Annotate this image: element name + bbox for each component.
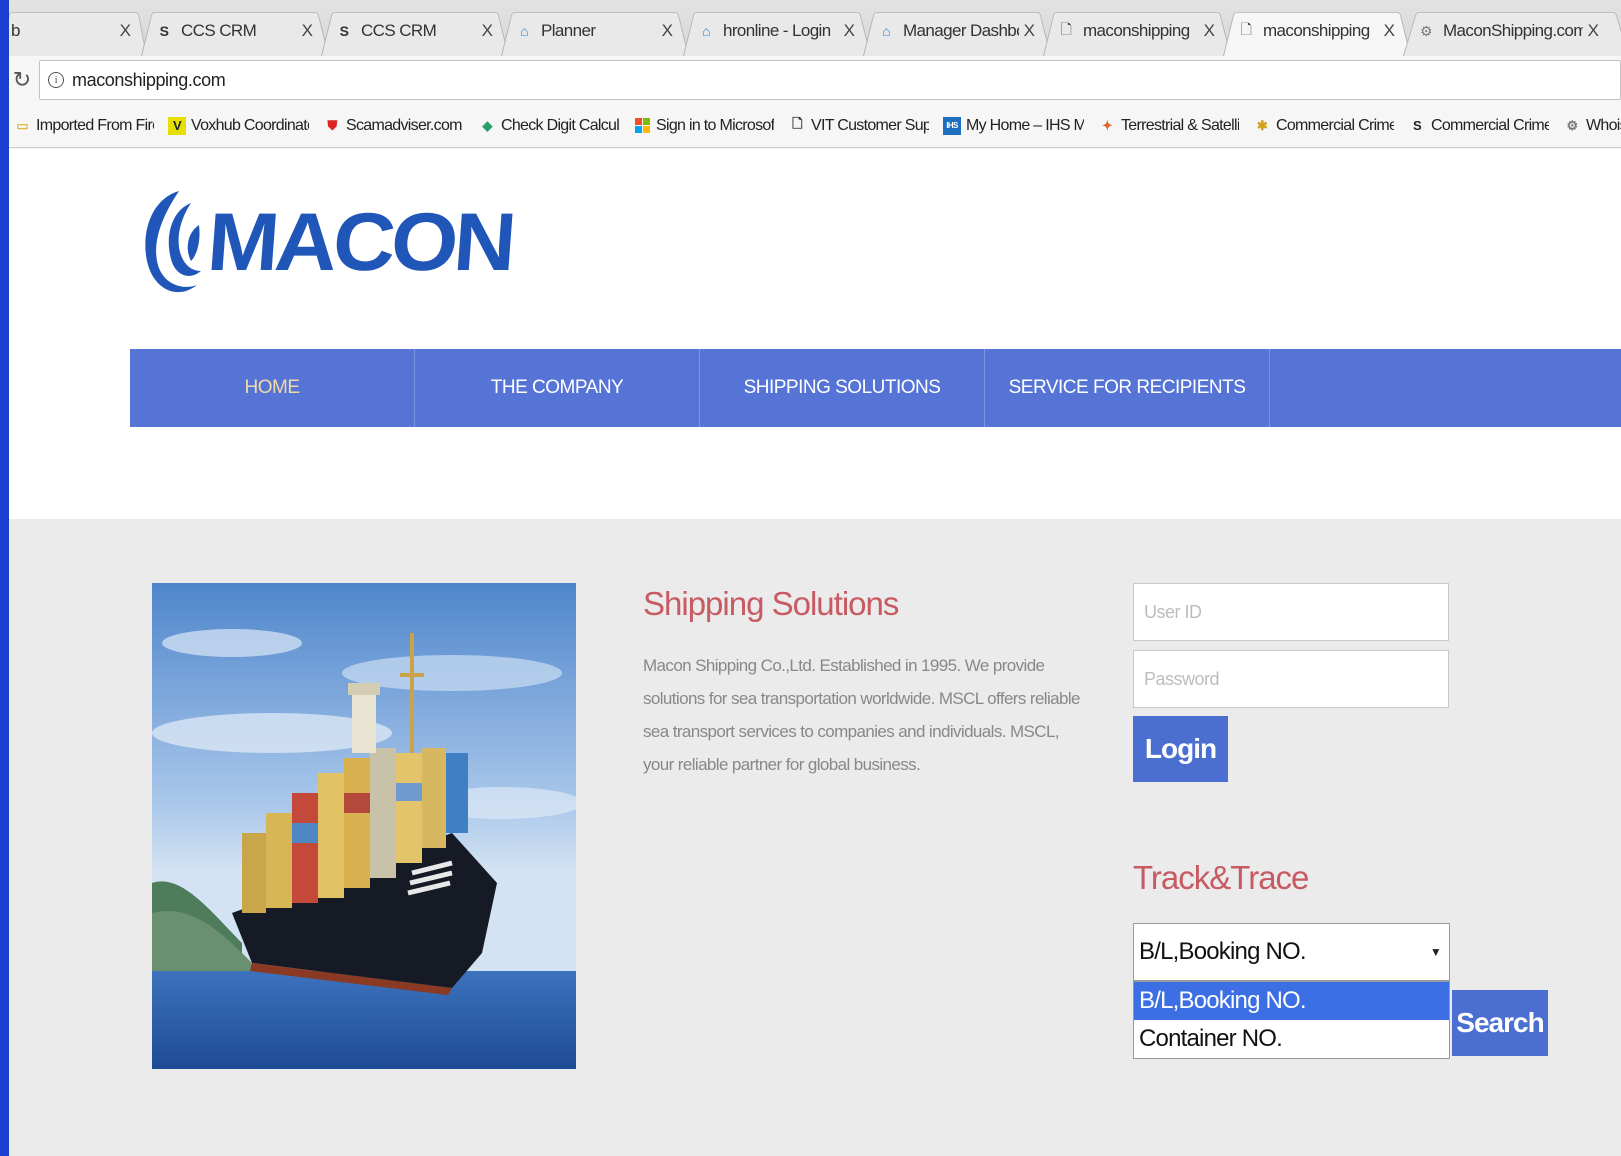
nav-service-for-recipients[interactable]: SERVICE FOR RECIPIENTS — [985, 349, 1270, 427]
nav-home[interactable]: HOME — [130, 349, 415, 427]
nav-shipping-solutions[interactable]: SHIPPING SOLUTIONS — [700, 349, 985, 427]
star-icon: ✱ — [1256, 117, 1268, 133]
tab-title: b — [11, 21, 20, 40]
satellite-icon: ✦ — [1101, 117, 1113, 133]
track-type-dropdown: B/L,Booking NO. Container NO. — [1133, 981, 1450, 1059]
ccs-icon: S — [159, 23, 169, 39]
bookmark-commercial-crime-2[interactable]: S Commercial Crime Se — [1408, 117, 1549, 135]
bookmark-ihs-markit[interactable]: IHS My Home – IHS Marit — [943, 116, 1084, 135]
bookmark-microsoft[interactable]: Sign in to Microsoft C — [633, 117, 774, 135]
main-content: Shipping Solutions Macon Shipping Co.,Lt… — [9, 519, 1621, 1156]
tab-title: CCS CRM — [361, 21, 437, 40]
home-icon: ⌂ — [882, 23, 890, 39]
info-icon[interactable]: i — [48, 72, 64, 88]
tab-maconshipping-active[interactable]: 🗋 maconshipping X — [1223, 6, 1411, 56]
reload-icon[interactable]: ↻ — [9, 67, 35, 93]
address-bar: ↻ i maconshipping.com — [9, 56, 1621, 104]
password-field[interactable]: Password — [1133, 650, 1449, 708]
tab-title: hronline - Login — [723, 21, 831, 40]
tab-maconshipping-whois[interactable]: ⚙ MaconShipping.com Wh X — [1403, 6, 1621, 56]
page-icon: 🗋 — [1060, 21, 1072, 37]
close-icon[interactable]: X — [297, 21, 317, 41]
tab-ccs-crm-1[interactable]: S CCS CRM X — [141, 6, 329, 56]
tab-hronline[interactable]: ⌂ hronline - Login X — [683, 6, 871, 56]
bookmark-imported-from-firefox[interactable]: ▭ Imported From Firefox — [13, 117, 154, 135]
track-trace-title: Track&Trace — [1133, 859, 1309, 896]
web-page: MACON HOME THE COMPANY SHIPPING SOLUTION… — [9, 149, 1621, 1156]
select-value: B/L,Booking NO. — [1139, 938, 1307, 965]
close-icon[interactable]: X — [1583, 21, 1603, 41]
ihs-icon: IHS — [943, 116, 961, 135]
planner-icon: ⌂ — [520, 23, 528, 39]
shipping-solutions-title: Shipping Solutions — [643, 585, 899, 622]
tab-strip: b X S CCS CRM X S CCS CRM X ⌂ Planner X … — [9, 0, 1621, 56]
bookmarks-bar: ▭ Imported From Firefox V Voxhub Coordin… — [9, 104, 1621, 148]
gear-icon: ⚙ — [1566, 117, 1579, 133]
home-icon: ⌂ — [702, 23, 710, 39]
page-icon: 🗋 — [1240, 21, 1252, 37]
logo-wordmark: MACON — [204, 197, 516, 288]
login-button[interactable]: Login — [1133, 716, 1228, 782]
bookmark-commercial-crime-1[interactable]: ✱ Commercial Crime Se — [1253, 117, 1394, 135]
main-nav: HOME THE COMPANY SHIPPING SOLUTIONS SERV… — [130, 349, 1621, 427]
bookmark-check-digit[interactable]: ◆ Check Digit Calculato — [478, 117, 619, 135]
tab-manager-dashboard[interactable]: ⌂ Manager Dashboard - h X — [863, 6, 1051, 56]
windows-icon — [633, 117, 651, 135]
track-type-select[interactable]: B/L,Booking NO. ▼ — [1133, 923, 1450, 981]
nav-the-company[interactable]: THE COMPANY — [415, 349, 700, 427]
ccs-icon: S — [1413, 118, 1422, 133]
site-header: MACON HOME THE COMPANY SHIPPING SOLUTION… — [9, 149, 1621, 519]
dropdown-arrow-icon[interactable]: ▼ — [1430, 945, 1442, 959]
close-icon[interactable]: X — [477, 21, 497, 41]
option-bl-booking[interactable]: B/L,Booking NO. — [1134, 982, 1449, 1020]
bookmark-scamadviser[interactable]: ⛊ Scamadviser.com | ch — [323, 117, 464, 135]
gear-icon: ⚙ — [1420, 22, 1433, 39]
bookmark-vit-support[interactable]: 🗋 VIT Customer Suppor — [788, 115, 929, 135]
tab-partial[interactable]: b X — [9, 6, 147, 56]
tab-ccs-crm-2[interactable]: S CCS CRM X — [321, 6, 509, 56]
macon-swirl-icon — [145, 191, 201, 293]
url-field[interactable]: i maconshipping.com — [39, 60, 1621, 100]
site-logo[interactable]: MACON — [139, 185, 515, 301]
tab-title: Planner — [541, 21, 596, 40]
close-icon[interactable]: X — [1379, 21, 1399, 41]
bookmark-voxhub[interactable]: V Voxhub Coordinator E — [168, 116, 309, 135]
close-icon[interactable]: X — [115, 21, 135, 41]
page-icon: 🗋 — [792, 115, 802, 131]
cargo-ship-image — [152, 583, 576, 1069]
close-icon[interactable]: X — [1019, 21, 1039, 41]
tab-maconshipping-1[interactable]: 🗋 maconshipping X — [1043, 6, 1231, 56]
ccs-icon: S — [339, 23, 349, 39]
search-button[interactable]: Search — [1452, 990, 1548, 1056]
close-icon[interactable]: X — [839, 21, 859, 41]
v-icon: V — [168, 116, 186, 135]
bookmark-whois[interactable]: ⚙ Whois Lookup, Doma — [1563, 117, 1621, 135]
diamond-icon: ◆ — [482, 117, 492, 133]
tab-title: Manager Dashboard - h — [903, 21, 1019, 40]
user-id-field[interactable]: User ID — [1133, 583, 1449, 641]
cargo-ship-illustration — [152, 583, 576, 1069]
shipping-solutions-text: Macon Shipping Co.,Ltd. Established in 1… — [643, 656, 1080, 774]
tab-title: maconshipping — [1263, 21, 1370, 40]
close-icon[interactable]: X — [657, 21, 677, 41]
shield-icon: ⛊ — [327, 117, 337, 133]
tab-title: maconshipping — [1083, 21, 1190, 40]
option-container[interactable]: Container NO. — [1134, 1020, 1449, 1058]
folder-icon: ▭ — [16, 117, 28, 133]
url-text: maconshipping.com — [72, 69, 226, 90]
bookmark-terrestrial-satellite[interactable]: ✦ Terrestrial & Satellite — [1098, 117, 1239, 135]
tab-title: MaconShipping.com Wh — [1443, 21, 1583, 40]
browser-window: b X S CCS CRM X S CCS CRM X ⌂ Planner X … — [9, 0, 1621, 1156]
close-icon[interactable]: X — [1199, 21, 1219, 41]
tab-planner[interactable]: ⌂ Planner X — [501, 6, 689, 56]
tab-title: CCS CRM — [181, 21, 257, 40]
